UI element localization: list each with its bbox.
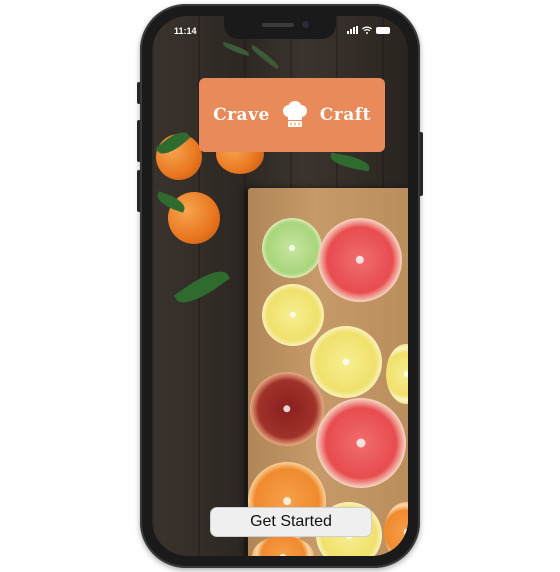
get-started-button[interactable]: Get Started — [210, 507, 372, 537]
chef-hat-icon — [282, 101, 307, 127]
notch — [224, 16, 336, 39]
front-camera — [302, 21, 309, 28]
wifi-icon — [362, 26, 372, 34]
battery-icon — [376, 26, 390, 34]
status-bar: 11:14 — [152, 16, 408, 44]
status-icons — [347, 26, 390, 34]
speaker-grille — [262, 23, 294, 27]
lemon-slice — [262, 284, 324, 346]
lime-slice — [262, 218, 322, 278]
status-time: 11:14 — [174, 26, 197, 36]
app-screen: 11:14 Crave Craft Get Started — [152, 16, 408, 556]
app-logo: Crave Craft — [199, 78, 385, 152]
blood-orange-slice — [250, 372, 324, 446]
grapefruit-slice — [318, 218, 402, 302]
logo-word-craft: Craft — [319, 105, 371, 125]
signal-icon — [347, 26, 358, 34]
grapefruit-slice — [316, 398, 406, 488]
lemon-slice — [310, 326, 382, 398]
logo-word-crave: Crave — [213, 105, 270, 125]
phone-frame: 11:14 Crave Craft Get Started — [140, 4, 420, 568]
